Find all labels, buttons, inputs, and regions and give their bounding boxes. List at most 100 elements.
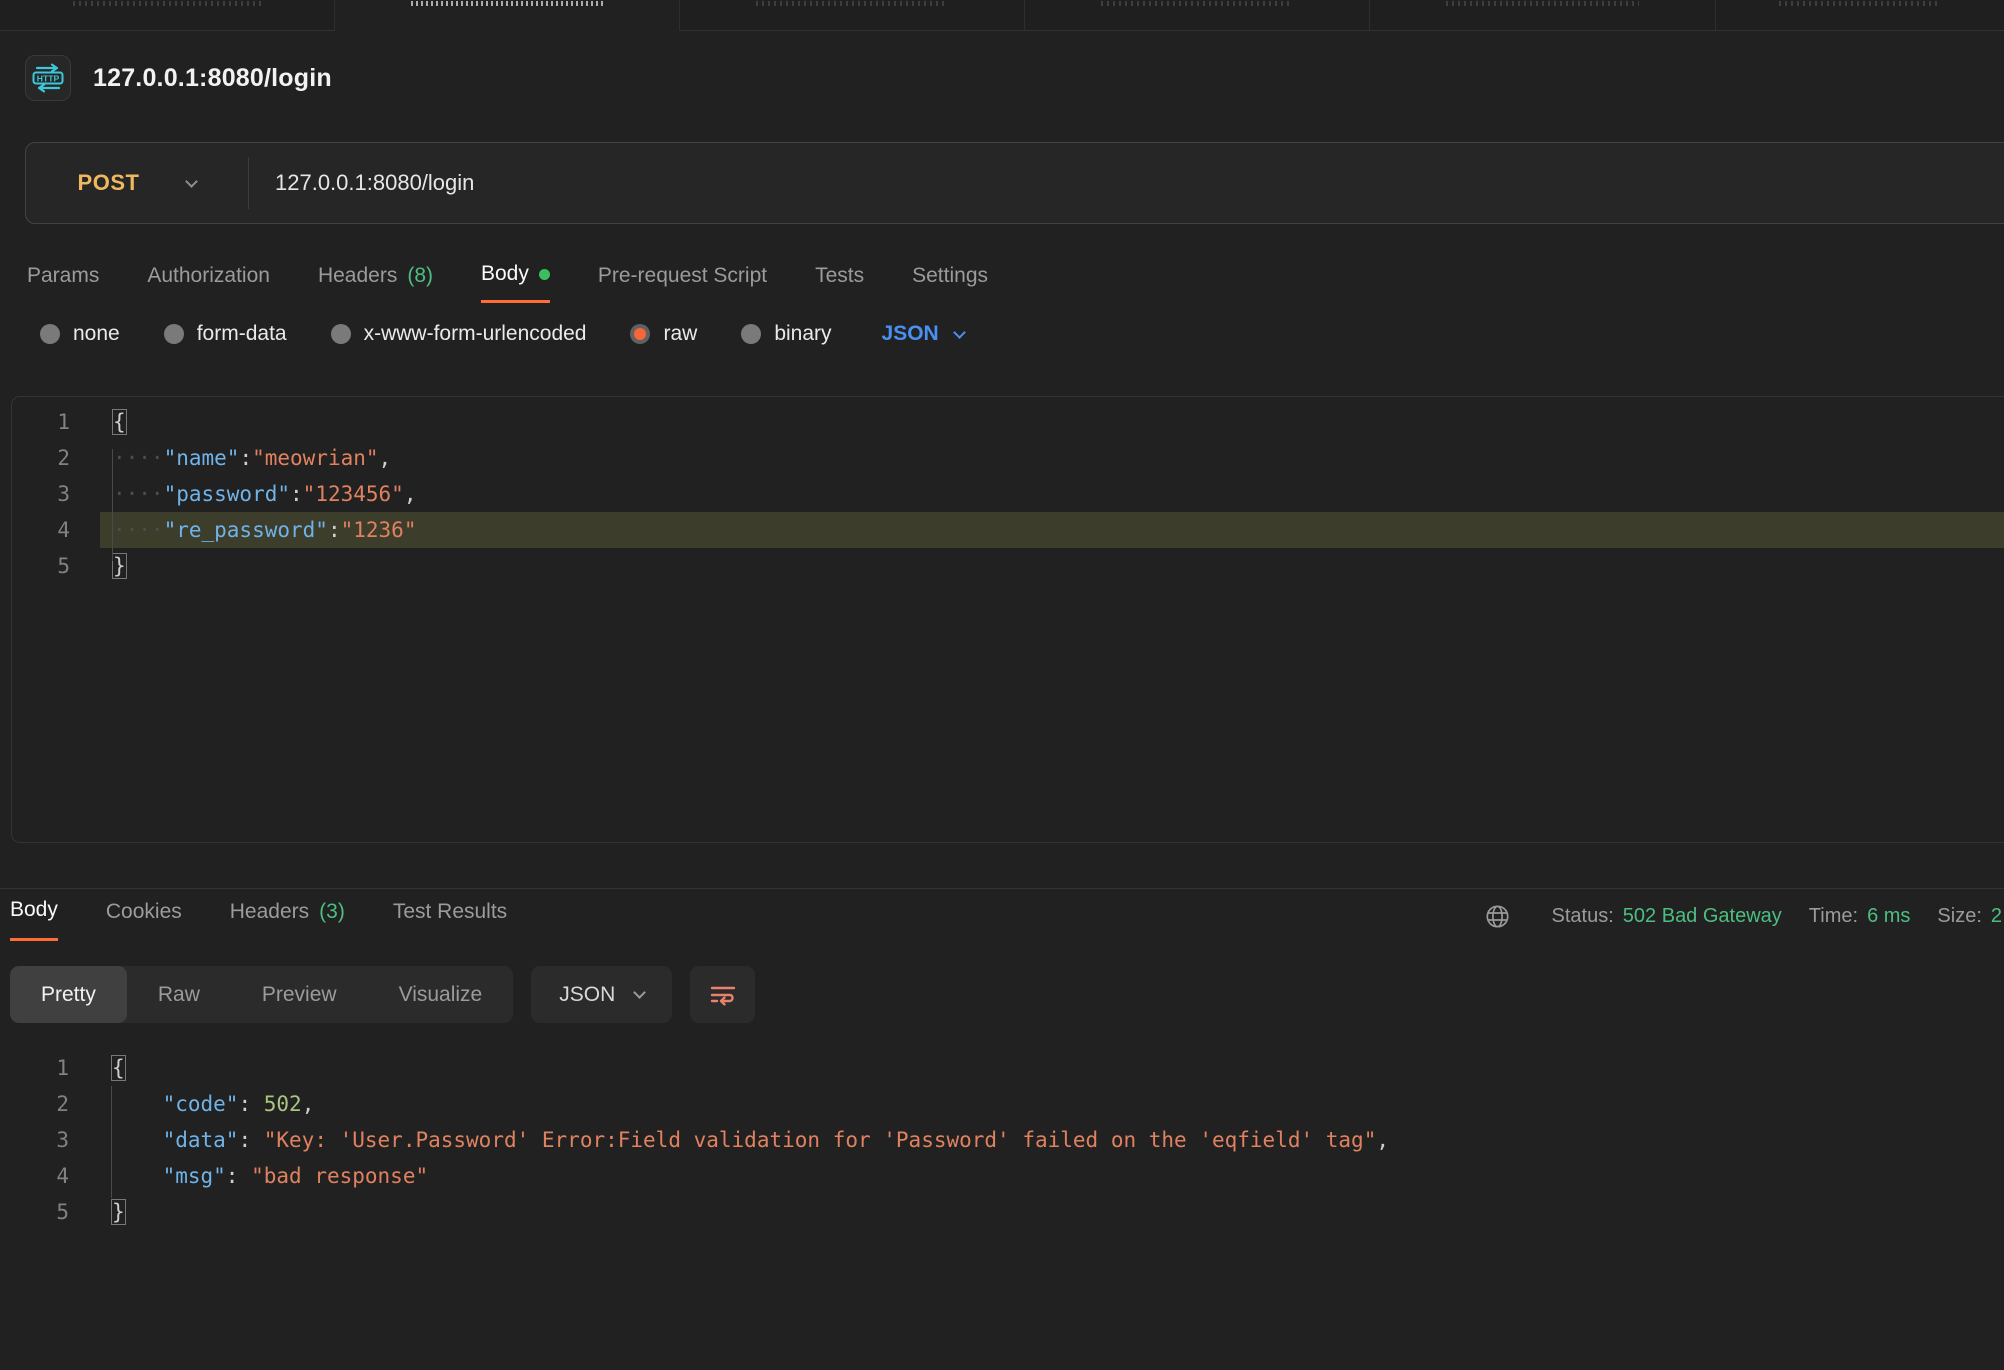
radio-icon (331, 324, 351, 344)
code-token (112, 1164, 163, 1188)
response-divider (0, 888, 2004, 889)
code-token: { (113, 410, 126, 434)
code-line-content: ····"re_password":"1236" (100, 512, 2004, 548)
code-line: 5} (11, 1194, 2004, 1230)
code-line: 4 ····"re_password":"1236" (12, 512, 2004, 548)
status-value: 502 Bad Gateway (1623, 905, 1782, 928)
view-visualize-button[interactable]: Visualize (368, 966, 514, 1023)
code-token: : (239, 446, 252, 470)
radio-none[interactable]: none (40, 322, 120, 346)
code-token: } (112, 1200, 125, 1224)
code-line: 3····"password":"123456", (12, 476, 2004, 512)
response-format-dropdown[interactable]: JSON (531, 966, 672, 1023)
url-input[interactable]: 127.0.0.1:8080/login (249, 143, 2004, 223)
svg-text:HTTP: HTTP (37, 74, 60, 84)
code-token: ···· (113, 446, 164, 470)
tab-settings[interactable]: Settings (912, 262, 988, 303)
radio-form-data[interactable]: form-data (164, 322, 287, 346)
status-field: Status: 502 Bad Gateway (1552, 905, 1782, 928)
url-bar: POST 127.0.0.1:8080/login (25, 142, 2004, 224)
view-pretty-button[interactable]: Pretty (10, 966, 127, 1023)
window-tab[interactable] (0, 0, 335, 31)
response-meta: Status: 502 Bad Gateway Time: 6 ms Size:… (1484, 903, 2002, 930)
code-token: "password" (164, 482, 290, 506)
tab-tests[interactable]: Tests (815, 262, 864, 303)
request-body-editor[interactable]: 1{2····"name":"meowrian",3····"password"… (12, 404, 2004, 584)
code-token: : (238, 1128, 251, 1152)
code-token: "bad response" (251, 1164, 428, 1188)
response-toolbar: Pretty Raw Preview Visualize JSON (10, 966, 755, 1023)
tab-headers[interactable]: Headers(8) (318, 262, 433, 303)
radio-raw[interactable]: raw (630, 322, 697, 346)
line-number: 4 (12, 512, 70, 548)
code-token: ···· (113, 482, 164, 506)
code-token (112, 1092, 163, 1116)
window-tab[interactable] (1716, 0, 2004, 31)
chevron-down-icon (186, 175, 199, 188)
status-label: Status: (1552, 905, 1614, 928)
size-value: 2 (1991, 905, 2002, 928)
window-tab[interactable] (1025, 0, 1370, 31)
tab-authorization[interactable]: Authorization (147, 262, 270, 303)
code-token: "Key: 'User.Password' Error:Field valida… (264, 1128, 1377, 1152)
view-preview-button[interactable]: Preview (231, 966, 368, 1023)
code-line: 5} (12, 548, 2004, 584)
code-line: 2 "code": 502, (11, 1086, 2004, 1122)
code-token (112, 1128, 163, 1152)
line-number: 5 (12, 548, 70, 584)
window-tab[interactable] (335, 0, 680, 31)
code-line-content: "data": "Key: 'User.Password' Error:Fiel… (99, 1122, 2004, 1158)
code-token (251, 1128, 264, 1152)
radio-selected-icon (630, 324, 650, 344)
body-type-row: none form-data x-www-form-urlencoded raw… (40, 322, 964, 346)
view-raw-button[interactable]: Raw (127, 966, 231, 1023)
request-title: 127.0.0.1:8080/login (93, 64, 332, 93)
response-tab-headers[interactable]: Headers(3) (230, 898, 345, 941)
request-tabs: Params Authorization Headers(8) Body Pre… (27, 262, 988, 303)
window-tab-strip (0, 0, 2004, 31)
code-line-content: ····"name":"meowrian", (100, 440, 2004, 476)
tab-params[interactable]: Params (27, 262, 99, 303)
wrap-text-button[interactable] (690, 966, 755, 1023)
tab-body[interactable]: Body (481, 262, 550, 303)
window-tab[interactable] (680, 0, 1025, 31)
response-tab-test-results[interactable]: Test Results (393, 898, 507, 941)
time-value: 6 ms (1867, 905, 1910, 928)
code-line-content: "msg": "bad response" (99, 1158, 2004, 1194)
headers-count-badge: (8) (407, 264, 433, 288)
tab-prerequest-script[interactable]: Pre-request Script (598, 262, 767, 303)
line-number: 1 (12, 404, 70, 440)
radio-x-www-form-urlencoded[interactable]: x-www-form-urlencoded (331, 322, 587, 346)
body-format-dropdown[interactable]: JSON (882, 322, 964, 346)
response-tab-body[interactable]: Body (10, 898, 58, 941)
code-line-content: ····"password":"123456", (100, 476, 2004, 512)
code-token: "msg" (163, 1164, 226, 1188)
line-number: 4 (11, 1158, 69, 1194)
code-token: { (112, 1056, 125, 1080)
code-line-content: { (100, 404, 2004, 440)
code-line-content: "code": 502, (99, 1086, 2004, 1122)
window-tab[interactable] (1370, 0, 1716, 31)
code-line-content: { (99, 1050, 2004, 1086)
response-body-viewer[interactable]: 1{2 "code": 502,3 "data": "Key: 'User.Pa… (11, 1050, 2004, 1230)
code-token: } (113, 554, 126, 578)
code-line-content: } (99, 1194, 2004, 1230)
time-label: Time: (1809, 905, 1858, 928)
code-token: "name" (164, 446, 240, 470)
time-field: Time: 6 ms (1809, 905, 1911, 928)
radio-icon (40, 324, 60, 344)
response-headers-count-badge: (3) (319, 900, 345, 924)
code-token: : (290, 482, 303, 506)
code-token: : (238, 1092, 251, 1116)
request-title-row: HTTP 127.0.0.1:8080/login (25, 55, 332, 101)
response-tab-cookies[interactable]: Cookies (106, 898, 182, 941)
view-mode-switch: Pretty Raw Preview Visualize (10, 966, 513, 1023)
method-selector[interactable]: POST (26, 143, 248, 223)
code-token: "meowrian" (252, 446, 378, 470)
chevron-down-icon (633, 986, 646, 999)
code-line: 4 "msg": "bad response" (11, 1158, 2004, 1194)
code-token: : (226, 1164, 239, 1188)
code-token (238, 1164, 251, 1188)
radio-binary[interactable]: binary (741, 322, 831, 346)
http-request-icon: HTTP (25, 55, 71, 101)
